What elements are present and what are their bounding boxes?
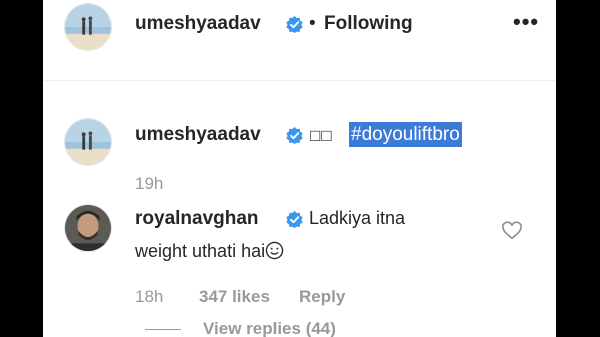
- comment-likes-count[interactable]: 347 likes: [199, 287, 270, 307]
- comment-text-line2-wrap: weight uthati hai: [135, 238, 284, 264]
- view-replies-button[interactable]: View replies (44): [203, 319, 336, 337]
- replies-divider: [145, 329, 181, 330]
- smiley-emoji-icon: [265, 241, 284, 260]
- post-header: umeshyaadav • Following •••: [43, 0, 556, 81]
- comment-text-line1: Ladkiya itna: [309, 208, 406, 228]
- like-heart-icon[interactable]: [501, 219, 523, 241]
- separator-dot: •: [309, 13, 316, 34]
- following-button[interactable]: Following: [324, 13, 413, 35]
- user-portrait-icon: [65, 205, 111, 251]
- beach-photo-icon: [65, 119, 111, 165]
- reply-button[interactable]: Reply: [299, 287, 345, 307]
- beach-photo-icon: [65, 4, 111, 50]
- caption-timestamp: 19h: [135, 174, 164, 193]
- verified-badge-icon: [286, 16, 303, 33]
- commenter-avatar[interactable]: [64, 204, 112, 252]
- verified-badge-icon: [286, 211, 303, 228]
- caption-username[interactable]: umeshyaadav: [135, 124, 261, 146]
- commenter-username[interactable]: royalnavghan: [135, 208, 259, 230]
- more-options-icon[interactable]: •••: [513, 9, 539, 35]
- verified-badge-icon: [286, 127, 303, 144]
- post-card: umeshyaadav • Following ••• umeshyaadav: [43, 0, 556, 337]
- hashtag-link[interactable]: #doyouliftbro: [349, 122, 462, 147]
- avatar[interactable]: [64, 3, 112, 51]
- comment-text-line2: weight uthati hai: [135, 241, 266, 261]
- caption-emoji-placeholders: □□: [310, 126, 333, 145]
- post-author-username[interactable]: umeshyaadav: [135, 13, 261, 35]
- comment-timestamp: 18h: [135, 287, 164, 306]
- caption-avatar[interactable]: [64, 118, 112, 166]
